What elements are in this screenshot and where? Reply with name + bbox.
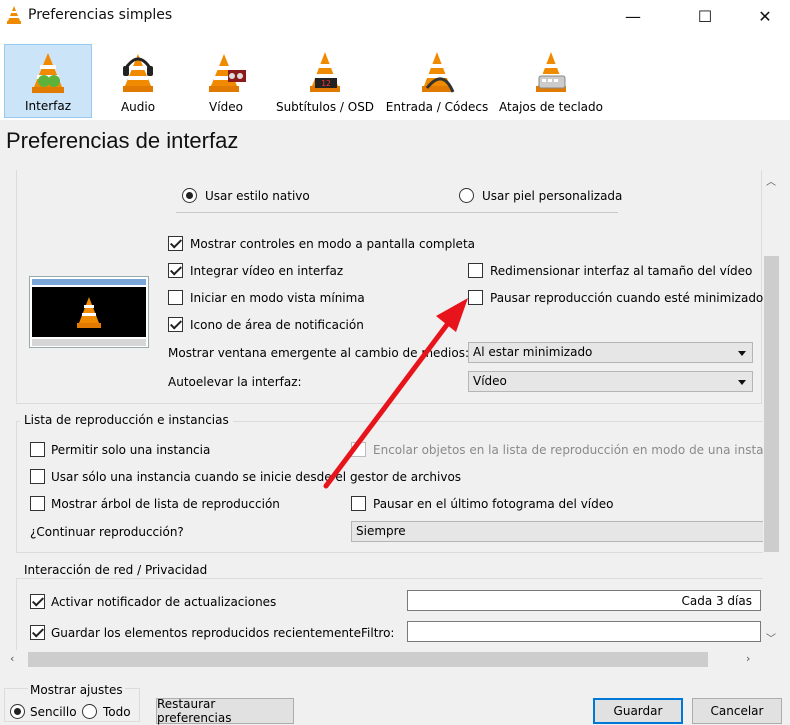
chevron-left-icon[interactable]: ‹	[10, 652, 14, 665]
svg-text:12: 12	[321, 79, 331, 88]
title-bar: Preferencias simples — ☐ ✕	[0, 0, 790, 32]
category-input-codecs[interactable]: Entrada / Códecs	[384, 44, 490, 118]
embed-video-label: Integrar vídeo en interfaz	[190, 264, 344, 278]
custom-skin-radio[interactable]	[459, 188, 474, 203]
playlist-tree-label: Mostrar árbol de lista de reproducción	[51, 497, 280, 511]
resize-to-video-label: Redimensionar interfaz al tamaño del víd…	[490, 264, 753, 278]
category-interface[interactable]: Interfaz	[4, 44, 92, 118]
video-cone-icon	[209, 54, 246, 92]
audio-cone-icon	[123, 54, 153, 92]
all-view-label: Todo	[103, 705, 131, 719]
native-style-label: Usar estilo nativo	[205, 189, 310, 203]
raise-select-value: Vídeo	[473, 374, 507, 388]
horizontal-scrollbar[interactable]: ‹ ›	[8, 651, 764, 668]
category-label: Vídeo	[209, 100, 243, 114]
continue-playback-select[interactable]: Siempre	[351, 521, 764, 542]
subtitles-cone-icon: 12	[310, 52, 340, 92]
category-video[interactable]: Vídeo	[188, 44, 264, 118]
raise-select[interactable]: Vídeo	[468, 371, 753, 392]
one-instance-label: Permitir solo una instancia	[51, 443, 211, 457]
filter-input[interactable]	[407, 621, 761, 642]
save-recent-label: Guardar los elementos reproducidos recie…	[51, 626, 362, 640]
chevron-down-icon	[738, 380, 746, 385]
update-notifier-checkbox[interactable]	[30, 594, 45, 609]
filter-label: Filtro:	[361, 626, 395, 640]
popup-select-value: Al estar minimizado	[473, 345, 593, 359]
chevron-down-icon[interactable]: ﹀	[766, 630, 776, 645]
window-title: Preferencias simples	[28, 7, 173, 23]
simple-view-radio[interactable]	[10, 704, 25, 719]
update-notifier-label: Activar notificador de actualizaciones	[51, 595, 277, 609]
native-style-radio[interactable]	[182, 188, 197, 203]
category-audio[interactable]: Audio	[100, 44, 176, 118]
interface-preview-image	[29, 276, 149, 348]
pause-minimized-label: Pausar reproducción cuando esté minimiza…	[490, 291, 764, 305]
category-hotkeys[interactable]: Atajos de teclado	[498, 44, 604, 118]
category-label: Atajos de teclado	[499, 100, 603, 114]
cancel-button[interactable]: Cancelar	[692, 698, 782, 724]
privacy-group-title: Interacción de red / Privacidad	[20, 563, 212, 577]
divider	[176, 212, 618, 213]
vlc-cone-preview-icon	[77, 297, 101, 328]
category-toolbar: Interfaz Audio Vídeo 12 Subtítulos / OSD…	[0, 32, 790, 120]
simple-view-label: Sencillo	[30, 705, 77, 719]
vlc-app-icon	[7, 6, 21, 24]
minimal-mode-checkbox[interactable]	[168, 290, 183, 305]
chevron-right-icon[interactable]: ›	[746, 652, 750, 665]
embed-video-checkbox[interactable]	[168, 263, 183, 278]
page-title: Preferencias de interfaz	[6, 128, 239, 153]
fullscreen-controls-checkbox[interactable]	[168, 236, 183, 251]
continue-playback-value: Siempre	[356, 524, 406, 538]
all-view-radio[interactable]	[82, 704, 97, 719]
category-label: Interfaz	[24, 99, 72, 113]
minimize-button[interactable]: —	[610, 0, 656, 32]
annotation-arrow	[323, 298, 468, 489]
category-label: Subtítulos / OSD	[275, 100, 375, 114]
category-label: Entrada / Códecs	[385, 100, 489, 114]
one-instance-checkbox[interactable]	[30, 442, 45, 457]
category-label: Audio	[120, 100, 156, 114]
chevron-down-icon	[738, 351, 746, 356]
save-recent-checkbox[interactable]	[30, 625, 45, 640]
continue-playback-label: ¿Continuar reproducción?	[30, 525, 184, 539]
fullscreen-controls-label: Mostrar controles en modo a pantalla com…	[190, 237, 475, 251]
show-settings-title: Mostrar ajustes	[28, 683, 125, 697]
update-interval-spinbox[interactable]: Cada 3 días	[407, 590, 761, 611]
playlist-tree-checkbox[interactable]	[30, 496, 45, 511]
input-cone-icon	[422, 52, 455, 93]
horizontal-scroll-thumb[interactable]	[28, 652, 708, 667]
preferences-content: Usar estilo nativo Usar piel personaliza…	[8, 170, 764, 650]
raise-label: Autoelevar la interfaz:	[168, 375, 302, 389]
resize-to-video-checkbox[interactable]	[468, 263, 483, 278]
category-subtitles[interactable]: 12 Subtítulos / OSD	[272, 44, 378, 118]
hotkeys-cone-icon	[536, 52, 566, 92]
update-interval-value: Cada 3 días	[681, 594, 752, 608]
chevron-up-icon[interactable]: ︿	[766, 173, 776, 188]
close-button[interactable]: ✕	[742, 0, 788, 32]
one-instance-fm-checkbox[interactable]	[30, 469, 45, 484]
playlist-group-title: Lista de reproducción e instancias	[20, 413, 233, 427]
custom-skin-label: Usar piel personalizada	[482, 189, 623, 203]
reset-preferences-button[interactable]: Restaurar preferencias	[156, 697, 294, 725]
maximize-button[interactable]: ☐	[682, 0, 728, 32]
popup-select[interactable]: Al estar minimizado	[468, 342, 753, 363]
vertical-scroll-thumb[interactable]	[764, 256, 779, 552]
vertical-scrollbar[interactable]: ︿ ﹀	[763, 170, 780, 650]
systray-checkbox[interactable]	[168, 317, 183, 332]
save-button[interactable]: Guardar	[593, 698, 683, 724]
interface-cone-icon	[32, 53, 64, 93]
